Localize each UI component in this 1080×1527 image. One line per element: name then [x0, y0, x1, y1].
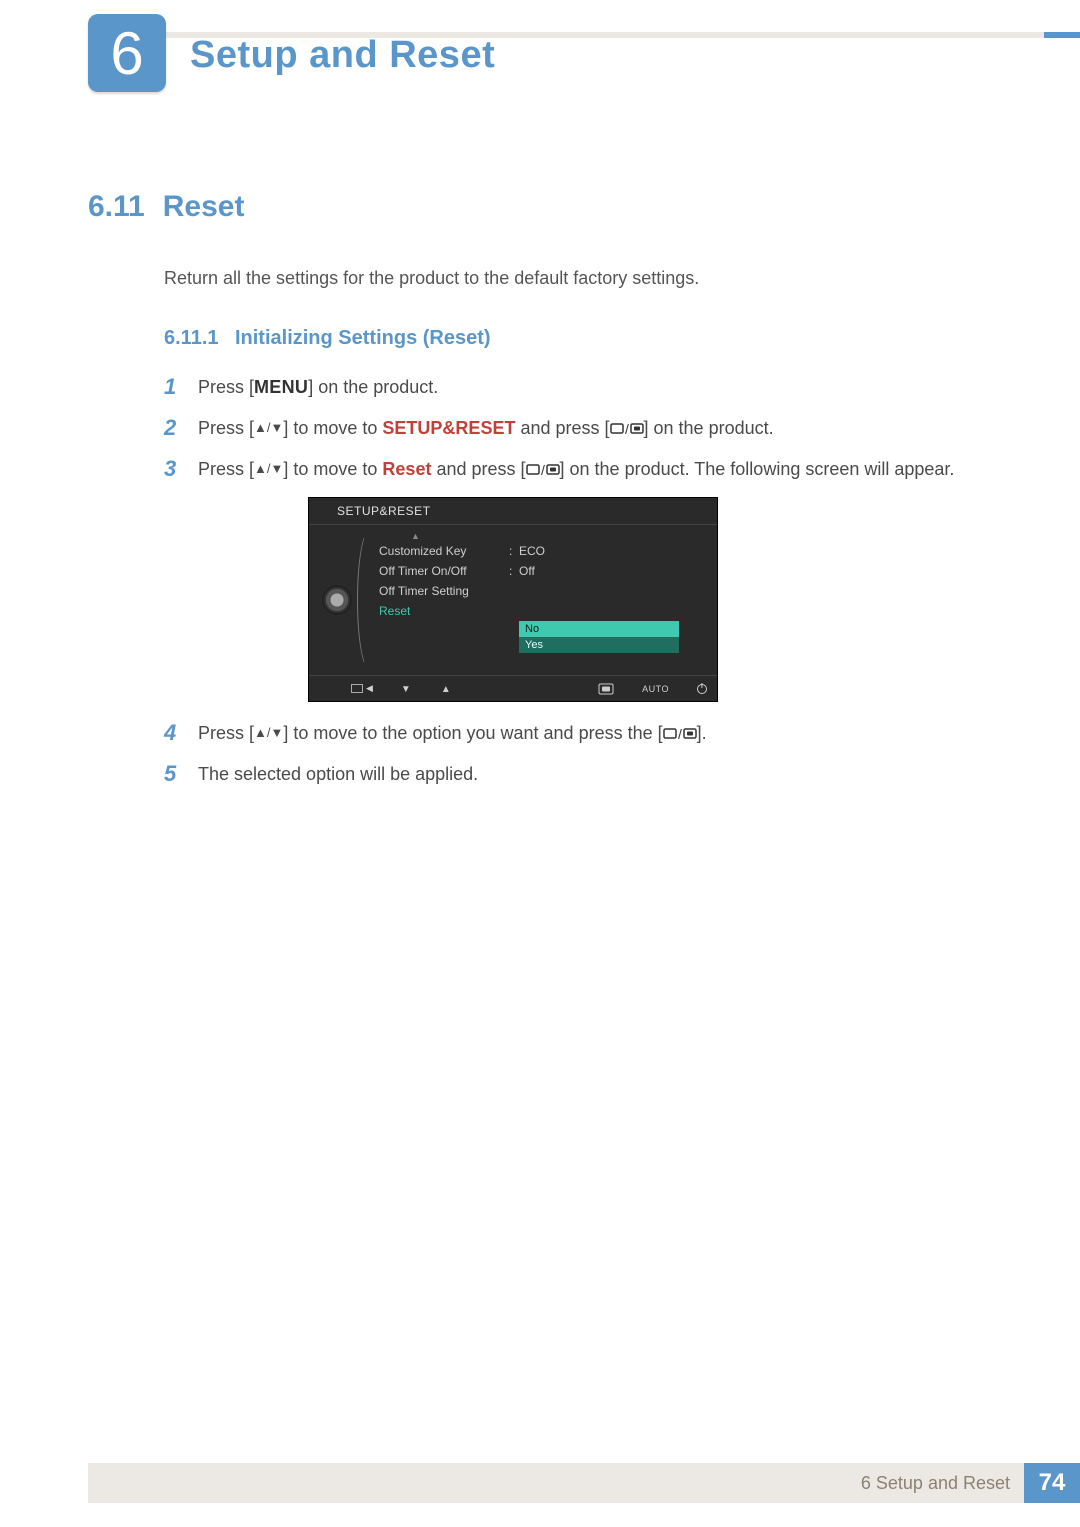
subsection-title: Initializing Settings (Reset)	[235, 327, 491, 349]
section-title: Reset	[163, 190, 245, 224]
step-text: ] on the product. The following screen w…	[560, 459, 955, 479]
svg-text:/: /	[678, 726, 682, 742]
footer-page-number: 74	[1024, 1463, 1080, 1503]
step-text: ].	[697, 723, 707, 743]
chapter-title: Setup and Reset	[190, 34, 495, 77]
svg-text:/: /	[625, 421, 629, 437]
source-enter-icon: /	[526, 459, 560, 479]
osd-screenshot: SETUP&RESET ▲ Customized Key : ECO Off T…	[308, 497, 1002, 702]
osd-enter-icon	[598, 683, 614, 695]
source-enter-icon: /	[610, 418, 644, 438]
step-text: Press [	[198, 377, 254, 397]
menu-keyword: MENU	[254, 377, 308, 397]
step-2: 2 Press [▲/▼] to move to SETUP&RESET and…	[164, 415, 1002, 442]
step-4: 4 Press [▲/▼] to move to the option you …	[164, 720, 1002, 747]
target-keyword: SETUP&RESET	[382, 418, 515, 438]
svg-text:/: /	[541, 462, 545, 478]
section-number: 6.11	[88, 190, 145, 224]
osd-auto-label: AUTO	[642, 684, 669, 694]
step-text: ] on the product.	[644, 418, 774, 438]
steps-list: 1 Press [MENU] on the product. 2 Press […	[164, 374, 1002, 483]
page-footer: 6 Setup and Reset 74	[88, 1463, 1080, 1503]
step-number: 2	[164, 415, 182, 441]
section-heading: 6.11 Reset	[88, 190, 1002, 224]
step-text: The selected option will be applied.	[198, 761, 478, 788]
step-1: 1 Press [MENU] on the product.	[164, 374, 1002, 401]
gear-icon	[324, 587, 350, 613]
step-text: ] to move to	[283, 459, 382, 479]
osd-power-icon	[697, 684, 707, 694]
step-text: ] to move to	[283, 418, 382, 438]
osd-scroll-up-icon: ▲	[375, 531, 717, 541]
osd-row-selected: Reset	[375, 601, 717, 621]
osd-up-icon: ▲	[441, 684, 453, 693]
target-keyword: Reset	[382, 459, 431, 479]
subsection-heading: 6.11.1 Initializing Settings (Reset)	[164, 327, 1002, 350]
osd-row: Off Timer Setting	[375, 581, 717, 601]
osd-back-icon: ◀	[351, 683, 373, 694]
step-text: and press [	[431, 459, 525, 479]
up-down-icon: ▲/▼	[254, 418, 283, 438]
osd-row-label: Customized Key	[379, 544, 509, 558]
up-down-icon: ▲/▼	[254, 723, 283, 743]
osd-row: Customized Key : ECO	[375, 541, 717, 561]
osd-row-value: Off	[519, 564, 535, 578]
step-number: 1	[164, 374, 182, 400]
osd-row: Off Timer On/Off : Off	[375, 561, 717, 581]
step-text: ] on the product.	[308, 377, 438, 397]
osd-option-highlight: No	[519, 621, 679, 637]
source-enter-icon: /	[663, 723, 697, 743]
step-text: Press [	[198, 723, 254, 743]
step-number: 3	[164, 456, 182, 482]
osd-row-value: ECO	[519, 544, 545, 558]
up-down-icon: ▲/▼	[254, 459, 283, 479]
step-3: 3 Press [▲/▼] to move to Reset and press…	[164, 456, 1002, 483]
chapter-badge: 6	[88, 14, 166, 92]
subsection-number: 6.11.1	[164, 327, 219, 349]
step-5: 5 The selected option will be applied.	[164, 761, 1002, 788]
step-text: ] to move to the option you want and pre…	[283, 723, 662, 743]
section-intro: Return all the settings for the product …	[164, 268, 1002, 289]
osd-row-label: Off Timer Setting	[379, 584, 509, 598]
osd-row-label: Off Timer On/Off	[379, 564, 509, 578]
step-number: 4	[164, 720, 182, 746]
footer-chapter-label: 6 Setup and Reset	[861, 1473, 1024, 1494]
osd-down-icon: ▼	[401, 684, 413, 693]
step-number: 5	[164, 761, 182, 787]
osd-category-icon	[309, 525, 365, 675]
steps-list-continued: 4 Press [▲/▼] to move to the option you …	[164, 720, 1002, 788]
header-rule-accent	[1044, 32, 1080, 38]
osd-footer: ◀ ▼ ▲ AUTO	[309, 675, 717, 701]
step-text: and press [	[515, 418, 609, 438]
osd-row-label: Reset	[379, 604, 509, 618]
step-text: Press [	[198, 418, 254, 438]
step-text: Press [	[198, 459, 254, 479]
osd-option-popup: No Yes	[519, 621, 679, 653]
osd-option: Yes	[519, 637, 679, 653]
osd-title: SETUP&RESET	[309, 498, 717, 525]
